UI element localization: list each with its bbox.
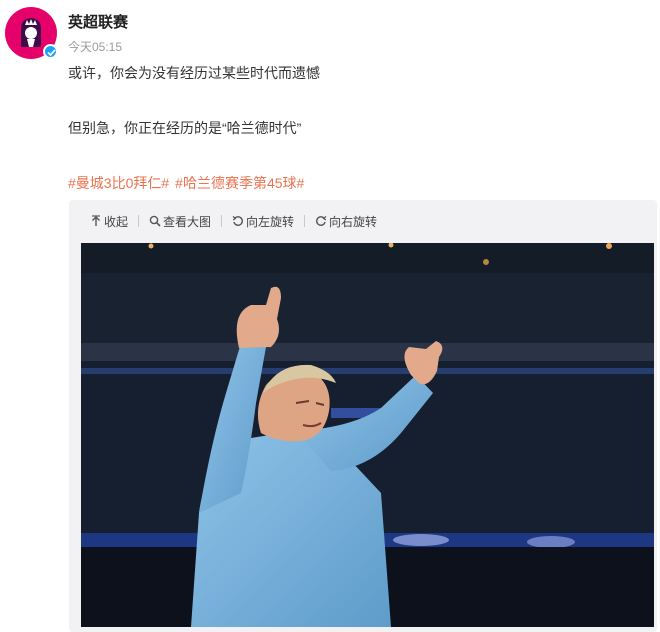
collapse-button[interactable]: 收起 [90,213,128,230]
rotate-left-label: 向左旋转 [246,214,295,229]
post-text-line: 但别急，你正在经历的是“哈兰德时代” [68,120,302,136]
divider [221,215,223,227]
rotate-right-label: 向右旋转 [329,214,378,229]
view-large-button[interactable]: 查看大图 [149,213,211,230]
rotate-left-icon [232,215,243,226]
rotate-right-button[interactable]: 向右旋转 [315,213,377,230]
divider [138,215,140,227]
post-time[interactable]: 今天05:15 [68,38,122,55]
search-icon [149,215,161,227]
collapse-label: 收起 [104,214,129,229]
photo-illustration [81,243,654,627]
hashtag-link[interactable]: #曼城3比0拜仁# [68,175,169,191]
hashtag-link[interactable]: #哈兰德赛季第45球# [175,175,304,191]
divider [304,215,306,227]
view-large-label: 查看大图 [163,214,212,229]
hashtags: #曼城3比0拜仁# #哈兰德赛季第45球# [68,173,310,193]
post-photo[interactable] [81,243,654,627]
account-name[interactable]: 英超联赛 [68,11,128,32]
verified-icon [43,44,58,59]
post-text-line: 或许，你会为没有经历过某些时代而遗憾 [68,65,320,81]
rotate-left-button[interactable]: 向左旋转 [232,213,294,230]
rotate-right-icon [316,215,327,226]
collapse-icon [92,215,100,226]
media-toolbar: 收起 查看大图 向左旋转 向右旋转 [69,200,657,242]
media-container: 收起 查看大图 向左旋转 向右旋转 [69,200,657,632]
